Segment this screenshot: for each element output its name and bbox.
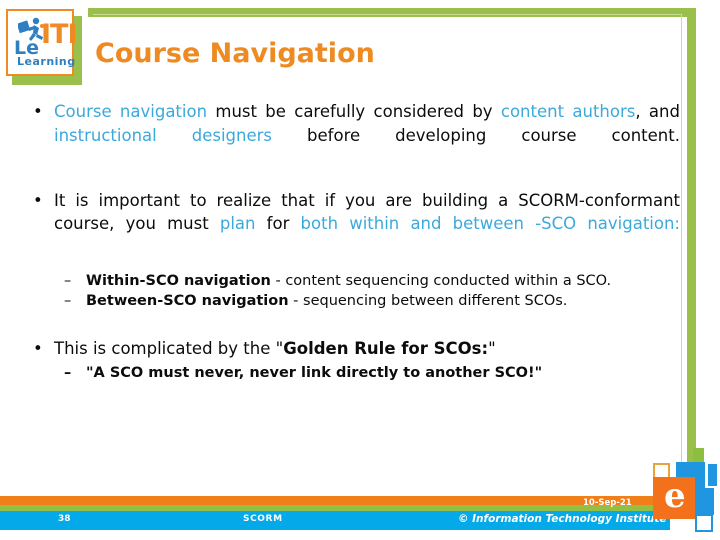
bullet-marker: • (33, 190, 43, 210)
bullet-1-text-part-2: must be carefully considered by (207, 102, 501, 121)
bullet-1-text-part-6: before developing course content. (272, 125, 680, 145)
sub-bullet-2-text: - sequencing between different SCOs. (288, 293, 568, 309)
sub-bullet-1-text: - content sequencing conducted within a … (270, 273, 612, 289)
footer-copyright: © Information Technology Institute (458, 513, 667, 525)
frame-right-bar (687, 8, 696, 480)
logo-learning-text: Learning (17, 55, 76, 68)
frame-right-inner-line (681, 14, 682, 476)
iti-learning-logo: ITI Le Learning (6, 9, 82, 85)
frame-top-inner-line (93, 14, 682, 15)
sub-bullet-marker: – (64, 273, 72, 289)
logo-square-outline-blue (695, 514, 713, 532)
logo-square-blue-3 (693, 488, 714, 515)
bullet-1-text-part-3: content authors (500, 102, 636, 121)
logo-iti-text: ITI (41, 19, 78, 50)
frame-top-bar (88, 8, 696, 17)
bullet-item-1: • Course navigation must be carefully co… (20, 100, 680, 171)
elearning-brand-logo: e (640, 448, 720, 540)
bullet-2-text-part-4: both within and between -SCO navigation: (300, 214, 680, 233)
page-number: 38 (58, 514, 71, 524)
bullet-1-text-part-5: instructional designers (54, 125, 273, 145)
bullet-item-2: • It is important to realize that if you… (20, 189, 680, 260)
bullet-1-text-part-1: Course navigation (54, 102, 208, 121)
sub-bullet-marker: – (64, 364, 72, 381)
sub-bullet-1-term: Within-SCO navigation (86, 273, 271, 289)
sub-bullet-item-2: – Between-SCO navigation - sequencing be… (20, 291, 680, 311)
sub-bullet-marker: – (64, 293, 72, 309)
bullet-marker: • (33, 339, 43, 358)
logo-card: ITI Le Learning (6, 9, 78, 76)
slide-body: • Course navigation must be carefully co… (20, 100, 680, 383)
bullet-3-text-part-3: " (488, 339, 496, 358)
bullet-2-text-part-2: plan (219, 214, 256, 233)
sub-bullet-item-3: – "A SCO must never, never link directly… (20, 363, 680, 383)
logo-letter-e: e (664, 476, 686, 516)
footer-orange-bar (0, 496, 670, 505)
sub-bullet-2-term: Between-SCO navigation (86, 293, 289, 309)
footer-date: 10-Sep-21 (583, 498, 632, 508)
sub-bullet-3-text: "A SCO must never, never link directly t… (86, 364, 543, 381)
bullet-3-text-part-2: Golden Rule for SCOs: (283, 339, 489, 358)
logo-square-blue-2 (708, 464, 717, 486)
slide: ITI Le Learning Course Navigation • Cour… (0, 0, 720, 540)
slide-title: Course Navigation (95, 38, 375, 69)
bullet-marker: • (33, 102, 43, 121)
bullet-1-text-part-4: , and (635, 102, 680, 121)
bullet-2-text-part-3: for (255, 214, 301, 233)
footer-subject-label: SCORM (243, 514, 283, 524)
bullet-item-3: • This is complicated by the "Golden Rul… (20, 337, 680, 361)
bullet-3-text-part-1: This is complicated by the " (54, 339, 284, 358)
sub-bullet-item-1: – Within-SCO navigation - content sequen… (20, 271, 680, 291)
